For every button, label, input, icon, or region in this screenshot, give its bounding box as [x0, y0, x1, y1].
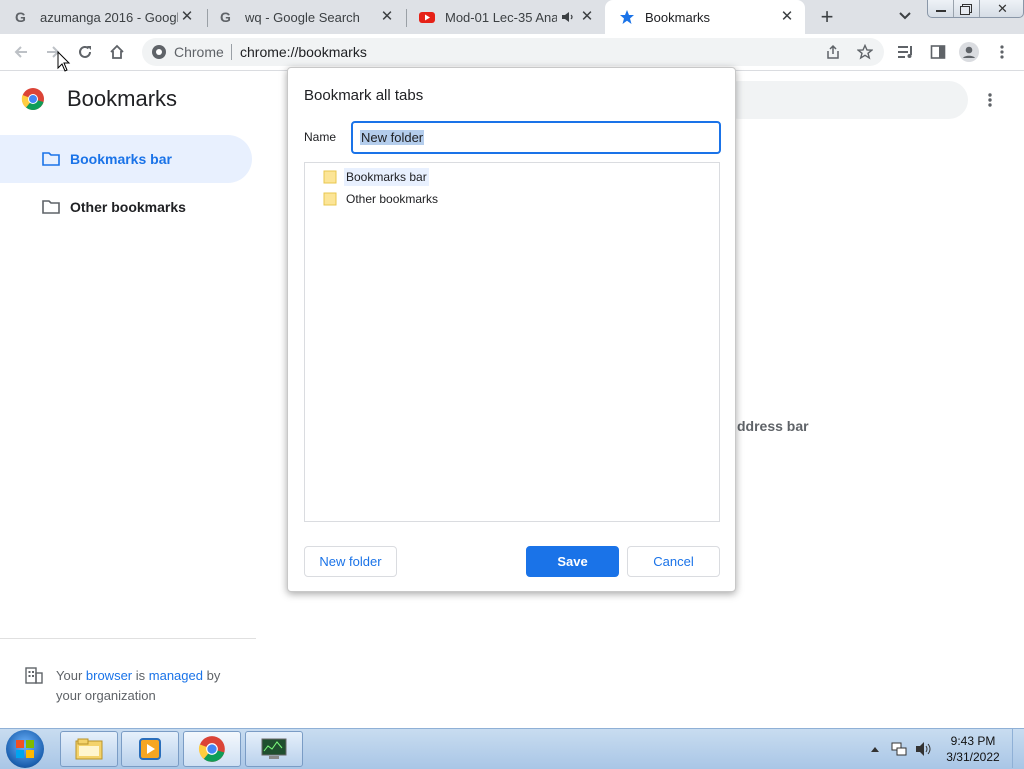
- name-label: Name: [304, 130, 337, 144]
- windows-logo-icon: [16, 740, 34, 758]
- browser-link[interactable]: browser: [86, 668, 132, 683]
- reload-icon: [79, 45, 91, 58]
- tab-title: azumanga 2016 - Google: [40, 9, 178, 25]
- home-button[interactable]: [106, 41, 128, 63]
- taskbar-explorer[interactable]: [60, 731, 118, 767]
- share-icon[interactable]: [825, 44, 841, 60]
- tree-item-bookmarks-bar[interactable]: Bookmarks bar: [323, 167, 429, 187]
- clock-time: 9:43 PM: [950, 734, 996, 748]
- folder-tree[interactable]: Bookmarks bar Other bookmarks: [304, 162, 720, 522]
- taskbar-network-monitor[interactable]: [245, 731, 303, 767]
- close-icon[interactable]: ✕: [579, 9, 595, 25]
- dialog-title: Bookmark all tabs: [304, 87, 424, 104]
- managed-text: your organization: [56, 688, 156, 703]
- close-icon[interactable]: ✕: [779, 9, 795, 25]
- tab-wq[interactable]: G wq - Google Search ✕: [205, 0, 405, 34]
- show-hidden-icons-icon[interactable]: [870, 745, 880, 753]
- sidebar-item-bookmarks-bar[interactable]: Bookmarks bar: [0, 135, 252, 183]
- cancel-button[interactable]: Cancel: [627, 546, 720, 577]
- audio-playing-icon[interactable]: [561, 11, 575, 23]
- managed-text: by: [202, 668, 221, 683]
- new-folder-button[interactable]: New folder: [304, 546, 397, 577]
- close-icon[interactable]: ✕: [179, 9, 195, 25]
- empty-state-text: ddress bar: [737, 418, 809, 434]
- minimize-button[interactable]: [928, 0, 953, 17]
- svg-text:G: G: [220, 9, 231, 25]
- folder-icon: [42, 200, 60, 214]
- arrow-left-icon: [14, 46, 27, 58]
- bookmark-all-tabs-dialog: Bookmark all tabs Name New folder Bookma…: [287, 67, 736, 592]
- omnibox-chip: Chrome: [174, 44, 224, 60]
- chrome-menu-button[interactable]: [996, 43, 1008, 61]
- svg-text:G: G: [15, 9, 26, 25]
- mouse-cursor-icon: [57, 51, 71, 72]
- tab-title: Bookmarks: [645, 9, 711, 25]
- omnibox[interactable]: Chrome chrome://bookmarks: [142, 38, 884, 66]
- restore-button[interactable]: [953, 0, 979, 17]
- folder-icon: [42, 152, 60, 166]
- url-text[interactable]: chrome://bookmarks: [240, 44, 367, 60]
- chrome-logo-icon: [198, 736, 225, 762]
- clock[interactable]: 9:43 PM 3/31/2022: [940, 733, 1006, 765]
- tree-item-label: Other bookmarks: [346, 192, 439, 206]
- back-button[interactable]: [10, 41, 32, 63]
- name-field-value: New folder: [360, 130, 425, 145]
- taskbar-media-player[interactable]: [121, 731, 179, 767]
- close-icon[interactable]: ✕: [379, 9, 395, 25]
- sidebar-item-other-bookmarks[interactable]: Other bookmarks: [0, 183, 252, 231]
- managed-text: is: [132, 668, 149, 683]
- kebab-menu-icon: [1000, 45, 1004, 59]
- tab-title: wq - Google Search: [245, 9, 360, 25]
- window-controls: ✕: [927, 0, 1024, 18]
- monitor-icon: [261, 738, 287, 759]
- building-icon: [25, 667, 43, 684]
- omnibox-divider: [231, 44, 232, 60]
- window-close-button[interactable]: ✕: [979, 0, 1024, 17]
- tree-item-other-bookmarks[interactable]: Other bookmarks: [323, 189, 438, 209]
- home-icon: [110, 44, 124, 59]
- folder-explorer-icon: [75, 738, 103, 760]
- youtube-icon: [419, 12, 435, 23]
- media-player-icon: [139, 738, 161, 760]
- tab-youtube[interactable]: Mod-01 Lec-35 Analy ✕: [405, 0, 605, 34]
- managed-text: Your: [56, 668, 86, 683]
- media-control-icon[interactable]: [897, 44, 915, 60]
- google-g-icon: G: [15, 9, 26, 25]
- start-button[interactable]: [6, 730, 44, 768]
- managed-link[interactable]: managed: [149, 668, 203, 683]
- tab-azumanga[interactable]: G azumanga 2016 - Google ✕: [0, 0, 205, 34]
- tab-search-chevron-icon[interactable]: [898, 11, 912, 21]
- tab-bookmarks[interactable]: Bookmarks ✕: [605, 0, 805, 34]
- google-g-icon: G: [220, 9, 231, 25]
- managed-notice: Your browser is managed by your organiza…: [56, 666, 220, 706]
- network-icon[interactable]: [890, 740, 908, 758]
- clock-date: 3/31/2022: [946, 750, 1000, 764]
- save-button[interactable]: Save: [526, 546, 619, 577]
- tab-strip: G azumanga 2016 - Google ✕ G wq - Google…: [0, 0, 1024, 34]
- windows-taskbar: 9:43 PM 3/31/2022: [0, 728, 1024, 769]
- star-icon: [620, 10, 634, 24]
- sidebar-item-label: Other bookmarks: [70, 199, 186, 215]
- organize-menu-icon[interactable]: [984, 91, 996, 109]
- sidebar: Bookmarks bar Other bookmarks Your brows…: [0, 71, 256, 728]
- sidebar-divider: [0, 638, 256, 639]
- tree-item-label: Bookmarks bar: [344, 168, 429, 186]
- name-field[interactable]: New folder: [351, 121, 721, 154]
- browser-toolbar: Chrome chrome://bookmarks: [0, 34, 1024, 71]
- search-bookmarks-field[interactable]: [720, 81, 968, 119]
- folder-icon: [323, 170, 337, 184]
- chrome-icon: [152, 45, 166, 59]
- show-desktop-button[interactable]: [1012, 729, 1024, 768]
- reload-button[interactable]: [74, 41, 96, 63]
- new-tab-button[interactable]: +: [816, 6, 838, 28]
- bookmark-star-icon[interactable]: [857, 44, 873, 60]
- volume-icon[interactable]: [914, 740, 932, 758]
- folder-icon: [323, 192, 337, 206]
- profile-avatar-icon[interactable]: [959, 42, 979, 62]
- side-panel-icon[interactable]: [930, 44, 946, 60]
- sidebar-item-label: Bookmarks bar: [70, 151, 172, 167]
- tab-title: Mod-01 Lec-35 Analy: [445, 9, 557, 25]
- taskbar-chrome[interactable]: [183, 731, 241, 767]
